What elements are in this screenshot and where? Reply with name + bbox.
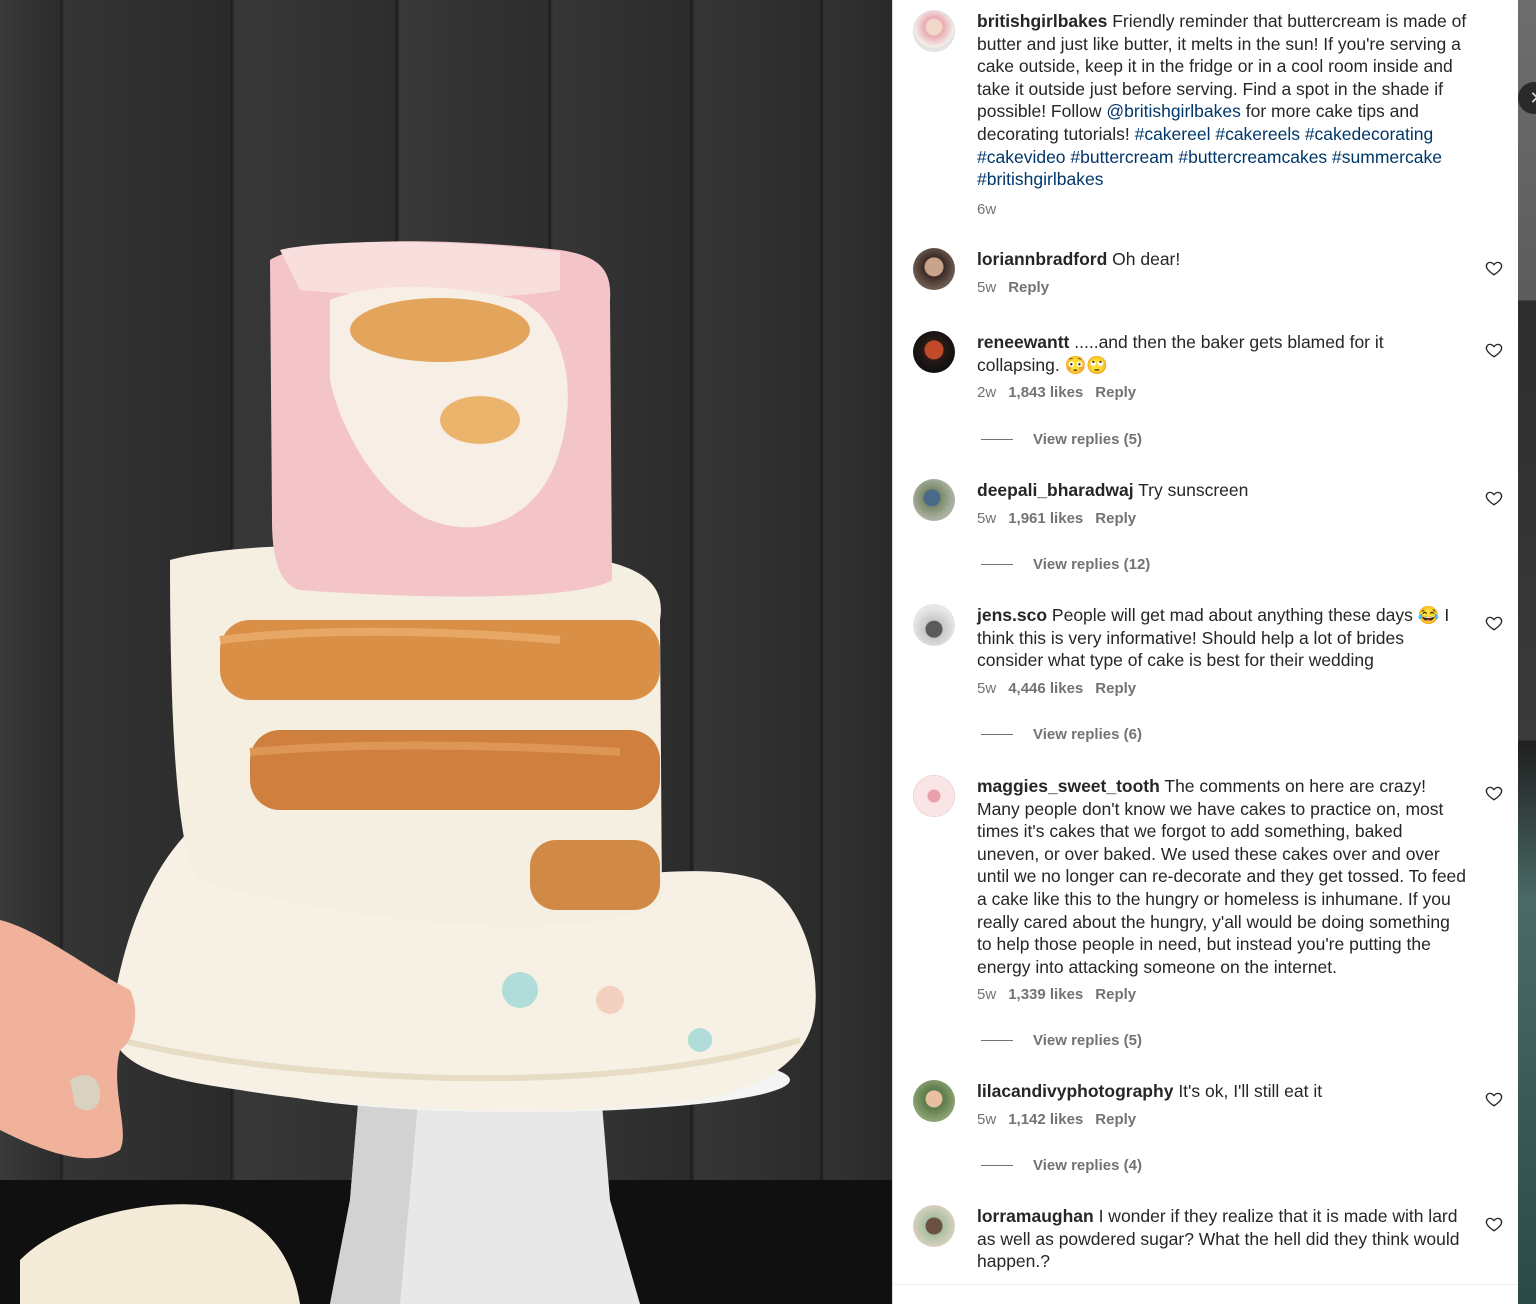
post-media[interactable] [0, 0, 892, 1304]
heart-outline-icon[interactable] [1485, 784, 1503, 802]
avatar[interactable] [913, 604, 955, 646]
comment-age: 5w [977, 679, 997, 697]
view-replies-button[interactable]: View replies (5) [977, 1032, 1142, 1049]
comments-panel[interactable]: britishgirlbakes Friendly reminder that … [892, 0, 1518, 1304]
comment-likes[interactable]: 4,446 likes [1008, 680, 1083, 697]
comment-age: 5w [977, 278, 997, 296]
comment-likes[interactable]: 1,961 likes [1008, 510, 1083, 527]
caption-mention[interactable]: @britishgirlbakes [1106, 101, 1240, 121]
comment-age: 5w [977, 509, 997, 527]
avatar[interactable] [913, 1205, 955, 1247]
avatar[interactable] [913, 10, 955, 52]
comment-text: Oh dear! [1112, 249, 1181, 269]
comment-text: It's ok, I'll still eat it [1178, 1081, 1323, 1101]
reply-button[interactable]: Reply [1095, 680, 1136, 697]
reply-button[interactable]: Reply [1095, 510, 1136, 527]
heart-outline-icon[interactable] [1485, 341, 1503, 359]
comment-likes[interactable]: 1,843 likes [1008, 384, 1083, 401]
comment-age: 5w [977, 986, 997, 1004]
avatar[interactable] [913, 775, 955, 817]
avatar[interactable] [913, 331, 955, 373]
reply-button[interactable]: Reply [1095, 986, 1136, 1003]
comment-likes[interactable]: 1,339 likes [1008, 986, 1083, 1003]
comment-age: 5w [977, 1110, 997, 1128]
comment-username[interactable]: loriannbradford [977, 249, 1107, 269]
view-replies-button[interactable]: View replies (4) [977, 1157, 1142, 1174]
reply-button[interactable]: Reply [1008, 279, 1049, 296]
comment-username[interactable]: reneewantt [977, 332, 1069, 352]
avatar[interactable] [913, 1080, 955, 1122]
heart-outline-icon[interactable] [1485, 1090, 1503, 1108]
avatar[interactable] [913, 248, 955, 290]
background-edge [1518, 0, 1536, 1304]
view-replies-button[interactable]: View replies (12) [977, 556, 1150, 573]
reply-button[interactable]: Reply [1095, 1111, 1136, 1128]
comment-text: The comments on here are crazy! Many peo… [977, 776, 1467, 977]
comment-text: Try sunscreen [1138, 480, 1249, 500]
heart-outline-icon[interactable] [1485, 614, 1503, 632]
view-replies-button[interactable]: View replies (5) [977, 431, 1142, 448]
comment-username[interactable]: lorramaughan [977, 1206, 1094, 1226]
comment-username[interactable]: maggies_sweet_tooth [977, 776, 1160, 796]
heart-outline-icon[interactable] [1485, 259, 1503, 277]
divider [893, 1284, 1518, 1285]
comment-username[interactable]: jens.sco [977, 605, 1047, 625]
avatar[interactable] [913, 479, 955, 521]
caption-username[interactable]: britishgirlbakes [977, 11, 1107, 31]
comment-username[interactable]: lilacandivyphotography [977, 1081, 1173, 1101]
cake-photo [0, 241, 892, 1304]
post-age: 6w [977, 200, 997, 218]
view-replies-button[interactable]: View replies (6) [977, 726, 1142, 743]
heart-outline-icon[interactable] [1485, 489, 1503, 507]
comment-username[interactable]: deepali_bharadwaj [977, 480, 1134, 500]
heart-outline-icon[interactable] [1485, 1215, 1503, 1233]
comment-age: 2w [977, 384, 997, 402]
reply-button[interactable]: Reply [1095, 384, 1136, 401]
comment-likes[interactable]: 1,142 likes [1008, 1111, 1083, 1128]
comment-text: People will get mad about anything these… [977, 605, 1450, 671]
